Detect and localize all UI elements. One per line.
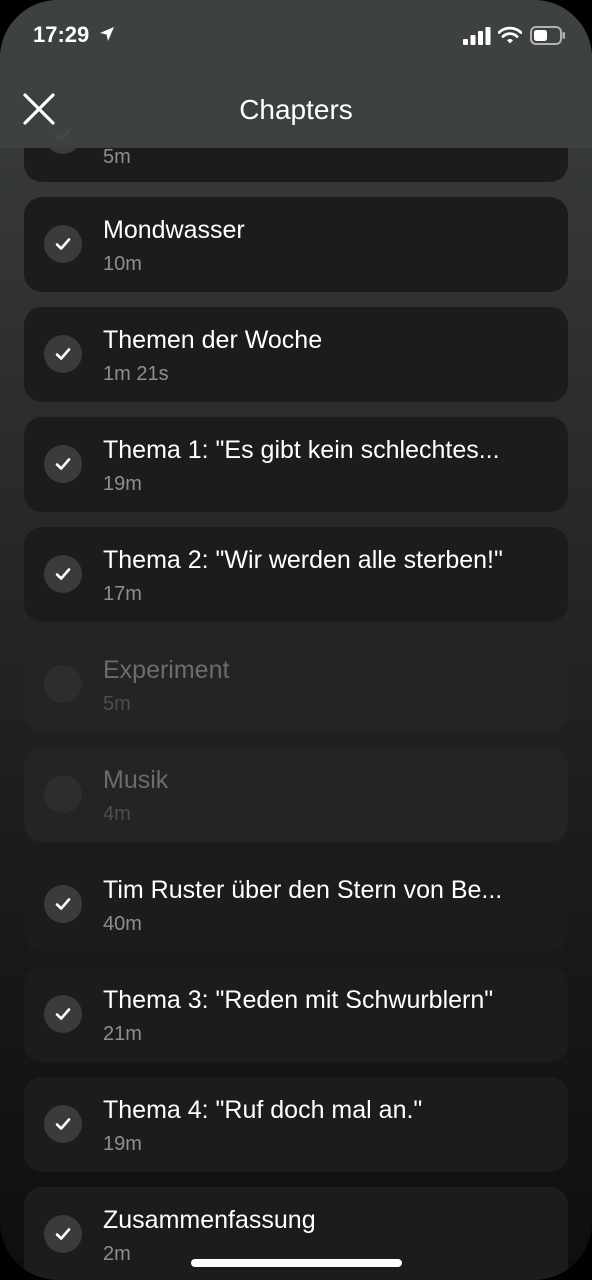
chapter-duration: 21m	[103, 1023, 142, 1045]
chapter-item[interactable]: Musik 4m	[24, 747, 568, 842]
check-icon	[44, 885, 82, 923]
chapter-title: Thema 2: "Wir werden alle sterben!"	[103, 546, 503, 574]
unchecked-circle-icon	[44, 665, 82, 703]
check-icon	[44, 1215, 82, 1253]
wifi-icon	[497, 26, 523, 49]
top-bar: 17:29 Chapters	[0, 0, 592, 148]
chapter-duration: 10m	[103, 253, 142, 275]
check-icon	[44, 335, 82, 373]
chapter-duration: 5m	[103, 693, 131, 715]
chapter-title: Themen der Woche	[103, 326, 323, 354]
chapter-item[interactable]: Tim Ruster über den Stern von Be... 40m	[24, 857, 568, 952]
chapter-title: Thema 3: "Reden mit Schwurblern"	[103, 986, 494, 1014]
chapter-item[interactable]: Thema 1: "Es gibt kein schlechtes... 19m	[24, 417, 568, 512]
chapter-duration: 17m	[103, 583, 142, 605]
chapter-title: Zusammenfassung	[103, 1206, 316, 1234]
page-title: Chapters	[239, 94, 353, 125]
chapter-item[interactable]: Thema 2: "Wir werden alle sterben!" 17m	[24, 527, 568, 622]
chapter-list[interactable]: 5m Mondwasser 10m Themen der Woche 1m 21…	[24, 88, 568, 1280]
chapter-item[interactable]: Thema 4: "Ruf doch mal an." 19m	[24, 1077, 568, 1172]
chapter-title: Musik	[103, 766, 169, 794]
chapter-duration: 40m	[103, 913, 142, 935]
chapter-duration: 1m 21s	[103, 363, 169, 385]
chapter-item[interactable]: Thema 3: "Reden mit Schwurblern" 21m	[24, 967, 568, 1062]
chapter-item[interactable]: Experiment 5m	[24, 637, 568, 732]
chapter-title: Tim Ruster über den Stern von Be...	[103, 876, 503, 904]
check-icon	[44, 555, 82, 593]
chapter-item[interactable]: Mondwasser 10m	[24, 197, 568, 292]
status-time: 17:29	[33, 22, 90, 47]
chapter-item[interactable]: Themen der Woche 1m 21s	[24, 307, 568, 402]
chapter-duration: 19m	[103, 1133, 142, 1155]
status-bar: 17:29	[0, 0, 592, 70]
chapter-title: Experiment	[103, 656, 230, 684]
location-arrow-icon	[99, 26, 115, 47]
chapter-duration: 2m	[103, 1243, 131, 1265]
chapter-duration: 4m	[103, 803, 131, 825]
battery-icon	[530, 26, 566, 50]
chapter-title: Mondwasser	[103, 216, 245, 244]
chapter-title: Thema 1: "Es gibt kein schlechtes...	[103, 436, 500, 464]
chapter-duration: 19m	[103, 473, 142, 495]
cellular-signal-icon	[463, 27, 491, 50]
check-icon	[44, 445, 82, 483]
unchecked-circle-icon	[44, 775, 82, 813]
check-icon	[44, 995, 82, 1033]
chapters-screen: 5m Mondwasser 10m Themen der Woche 1m 21…	[0, 0, 592, 1280]
check-icon	[44, 1105, 82, 1143]
chapter-title: Thema 4: "Ruf doch mal an."	[103, 1096, 423, 1124]
check-icon	[44, 225, 82, 263]
home-indicator[interactable]	[191, 1259, 402, 1267]
